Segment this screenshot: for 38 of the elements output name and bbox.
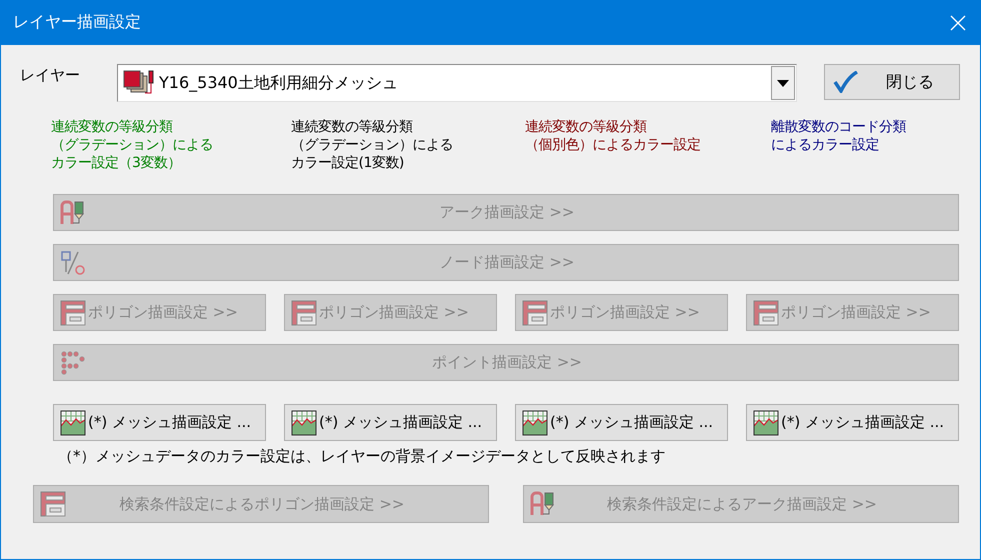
draw-settings-button[interactable]: (*) メッシュ描画設定 ...: [53, 404, 266, 441]
color-setting-caption: （個別色）によるカラー設定: [525, 136, 702, 154]
close-icon[interactable]: [950, 14, 966, 30]
note-text: （*）メッシュデータのカラー設定は、レイヤーの背景イメージデータとして反映されます: [58, 447, 666, 466]
color-setting-caption: カラー設定(1変数): [291, 154, 405, 172]
node-link-icon: [60, 250, 86, 276]
color-setting-caption: （グラデーション）による: [291, 136, 454, 154]
polygon-icon: [753, 300, 779, 326]
color-setting-caption: 連続変数の等級分類: [51, 118, 174, 136]
layer-label: レイヤー: [20, 65, 81, 85]
draw-settings-button[interactable]: (*) メッシュ描画設定 ...: [746, 404, 959, 441]
color-setting-caption: 連続変数の等級分類: [291, 118, 414, 136]
dropdown-arrow-button[interactable]: [771, 66, 795, 100]
check-icon: [833, 71, 859, 93]
polygon-icon: [40, 491, 66, 517]
draw-settings-button[interactable]: (*) メッシュ描画設定 ...: [515, 404, 728, 441]
dotted-letter-icon: [60, 350, 86, 376]
color-setting-caption: によるカラー設定: [771, 136, 880, 154]
mesh-chart-icon: [60, 410, 86, 436]
window-title: レイヤー描画設定: [13, 12, 141, 33]
layer-dropdown[interactable]: Y16_5340土地利用細分メッシュ: [117, 64, 797, 102]
color-setting-caption: 離散変数のコード分類: [771, 118, 907, 136]
caret-icon: [777, 80, 789, 86]
letter-pencil-icon: [530, 491, 556, 517]
polygon-icon: [60, 300, 86, 326]
layer-value: Y16_5340土地利用細分メッシュ: [159, 72, 399, 94]
polygon-icon: [522, 300, 548, 326]
color-setting-caption: 連続変数の等級分類: [525, 118, 648, 136]
mesh-chart-icon: [522, 410, 548, 436]
draw-settings-button[interactable]: (*) メッシュ描画設定 ...: [284, 404, 497, 441]
color-setting-caption: カラー設定（3変数）: [51, 154, 182, 172]
mesh-chart-icon: [291, 410, 317, 436]
mesh-chart-icon: [753, 410, 779, 436]
close-button[interactable]: 閉じる: [824, 64, 960, 100]
layer-icon: [123, 70, 155, 96]
polygon-icon: [291, 300, 317, 326]
letter-pencil-icon: [60, 200, 86, 226]
color-setting-caption: （グラデーション）による: [51, 136, 214, 154]
